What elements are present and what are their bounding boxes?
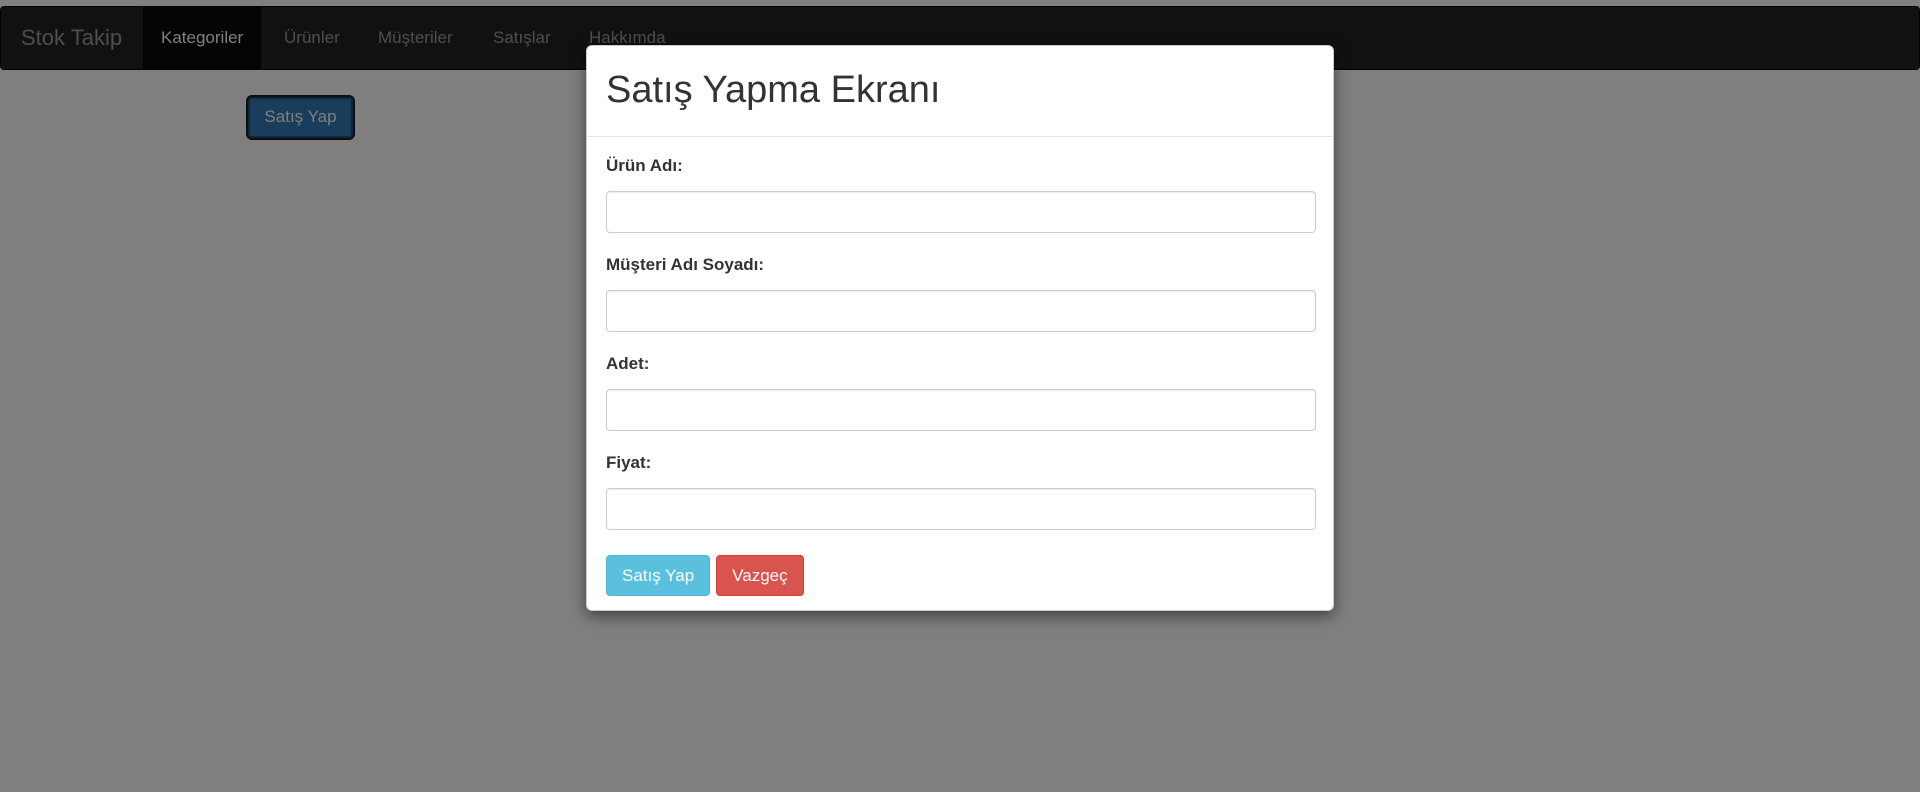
quantity-input[interactable]: [606, 389, 1316, 431]
form-group-product: Ürün Adı:: [606, 156, 1316, 233]
product-name-input[interactable]: [606, 191, 1316, 233]
modal-actions: Satış Yap Vazgeç: [606, 555, 1314, 596]
form-group-price: Fiyat:: [606, 453, 1316, 530]
price-label: Fiyat:: [606, 453, 652, 472]
customer-name-input[interactable]: [606, 290, 1316, 332]
price-input[interactable]: [606, 488, 1316, 530]
sale-modal: Satış Yapma Ekranı Ürün Adı: Müşteri Adı…: [586, 45, 1334, 611]
modal-header: Satış Yapma Ekranı: [587, 46, 1333, 137]
form-group-customer: Müşteri Adı Soyadı:: [606, 255, 1316, 332]
product-name-label: Ürün Adı:: [606, 156, 683, 175]
modal-body: Ürün Adı: Müşteri Adı Soyadı: Adet: Fiya…: [587, 137, 1333, 596]
page: Stok Takip Kategoriler Ürünler Müşterile…: [0, 0, 1920, 792]
modal-title: Satış Yapma Ekranı: [606, 69, 941, 111]
cancel-button[interactable]: Vazgeç: [716, 555, 804, 596]
quantity-label: Adet:: [606, 354, 650, 373]
customer-name-label: Müşteri Adı Soyadı:: [606, 255, 765, 274]
submit-sale-button[interactable]: Satış Yap: [606, 555, 711, 596]
form-group-quantity: Adet:: [606, 354, 1316, 431]
